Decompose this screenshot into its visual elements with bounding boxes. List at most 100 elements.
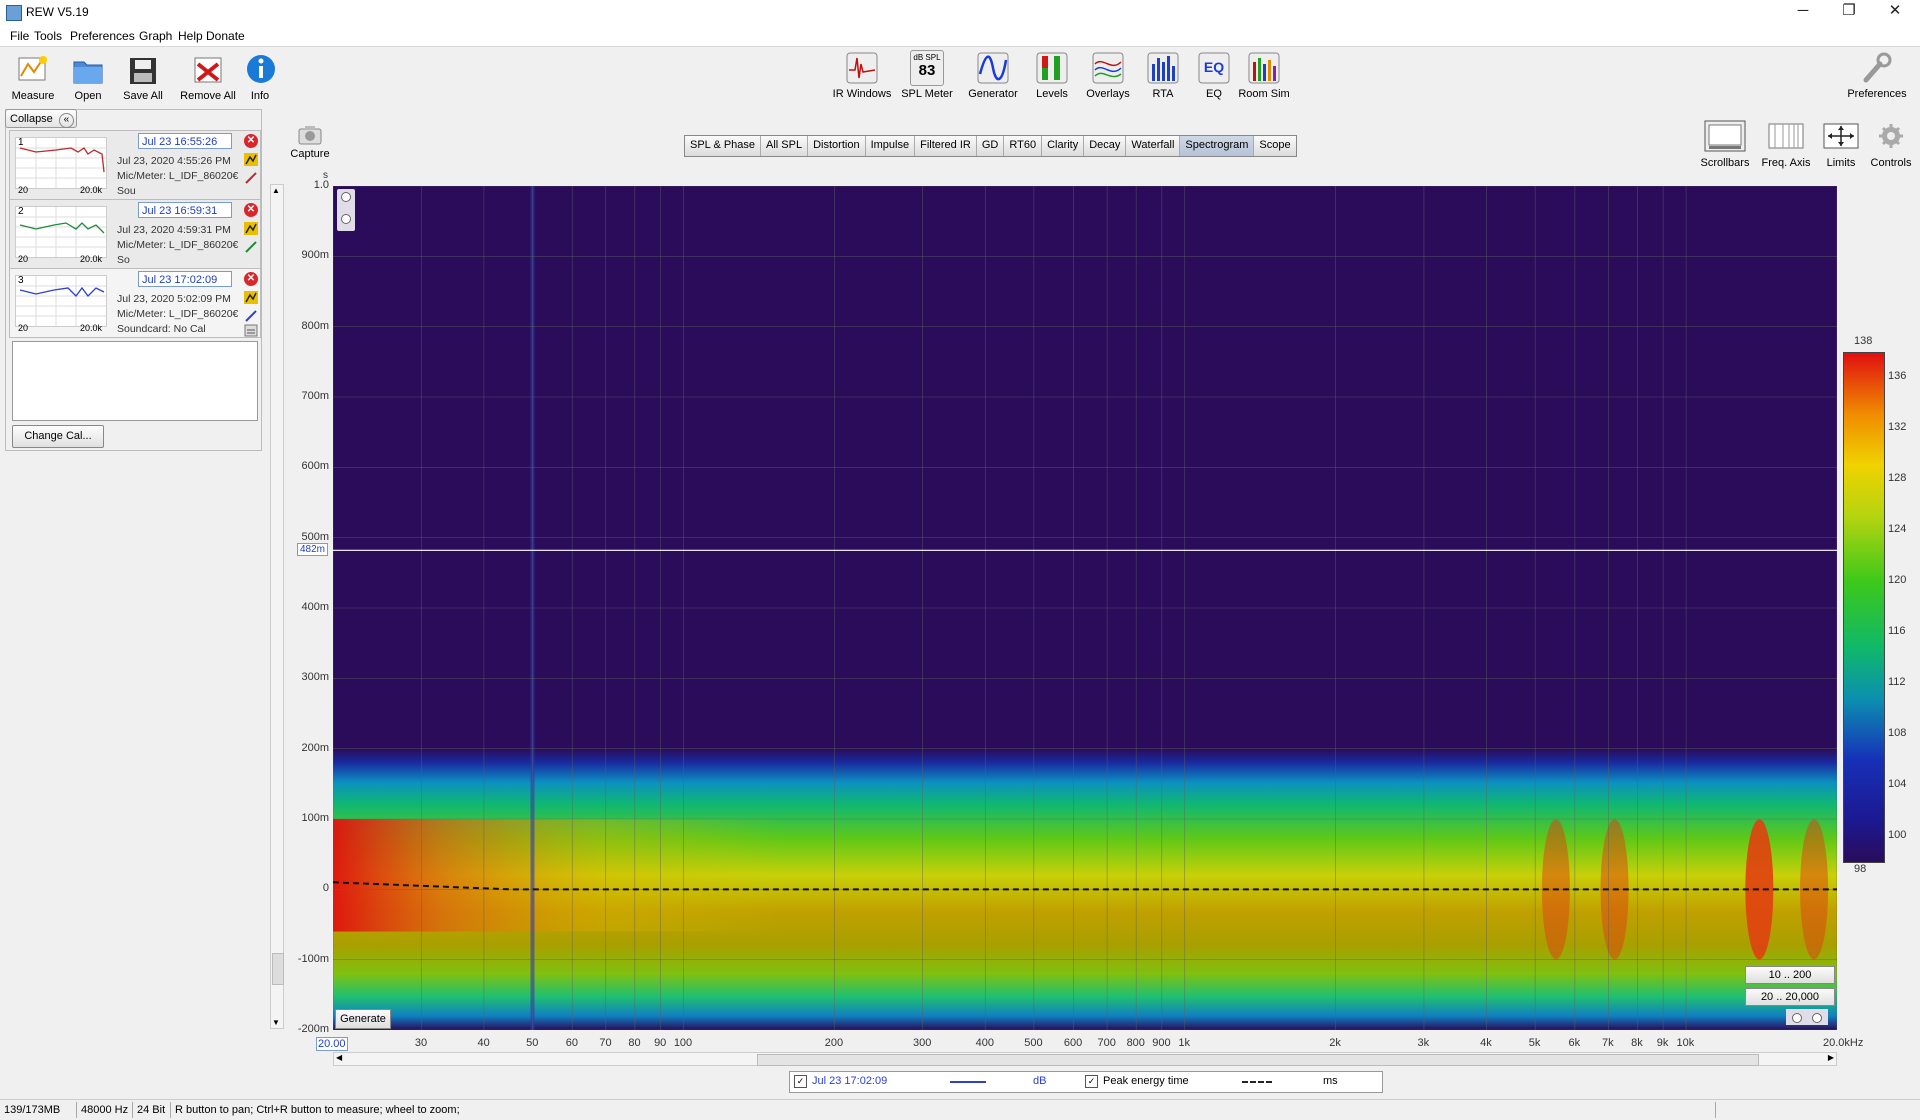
- rew-app-icon: [6, 5, 22, 21]
- spl-meter-icon: dB SPL 83: [910, 50, 944, 86]
- measurement-number: 3: [18, 275, 24, 286]
- plot-zoom-x-controls[interactable]: [1786, 1009, 1828, 1025]
- measurement-name-field[interactable]: Jul 23 16:59:31: [138, 202, 232, 218]
- range-10-200-button[interactable]: 10 .. 200: [1745, 966, 1835, 984]
- peak-energy-checkbox[interactable]: ✓: [1085, 1075, 1098, 1088]
- menu-file[interactable]: File: [10, 29, 29, 43]
- status-sample-rate: 48000 Hz: [81, 1104, 129, 1116]
- measurement-pen-icon[interactable]: [244, 240, 258, 253]
- remove-measurement-icon[interactable]: ✕: [244, 272, 258, 286]
- tab-rt60[interactable]: RT60: [1004, 136, 1043, 156]
- tab-waterfall[interactable]: Waterfall: [1126, 136, 1181, 156]
- plot-zoom-controls[interactable]: [337, 189, 355, 231]
- overlays-label: Overlays: [1086, 88, 1130, 100]
- horizontal-scroll-thumb[interactable]: [757, 1054, 1759, 1066]
- scroll-down-icon[interactable]: ▼: [272, 1018, 280, 1027]
- minimize-button[interactable]: ─: [1780, 0, 1826, 24]
- eq-button[interactable]: EQ EQ: [1196, 50, 1232, 100]
- vertical-scroll-thumb[interactable]: [272, 953, 284, 985]
- x-tick-label: 900: [1152, 1037, 1171, 1049]
- measurement-pen-icon[interactable]: [244, 171, 258, 184]
- scroll-right-icon[interactable]: ▶: [1828, 1053, 1834, 1062]
- tab-distortion[interactable]: Distortion: [808, 136, 866, 156]
- tab-all-spl[interactable]: All SPL: [761, 136, 809, 156]
- measurement-card-2[interactable]: 2 20 20.0k Jul 23 16:59:31 ✕ Jul 23, 202…: [9, 199, 261, 269]
- x-tick-label: 80: [628, 1037, 641, 1049]
- y-tick-label: 400m: [301, 601, 329, 613]
- capture-button[interactable]: Capture: [288, 124, 332, 160]
- eq-label: EQ: [1206, 88, 1222, 100]
- maximize-button[interactable]: ❐: [1826, 0, 1872, 24]
- spectrogram-plot[interactable]: [333, 186, 1837, 1030]
- preferences-button[interactable]: Preferences: [1844, 50, 1910, 100]
- range-20-20000-button[interactable]: 20 .. 20,000: [1745, 988, 1835, 1006]
- generate-button[interactable]: Generate: [335, 1009, 391, 1029]
- menu-tools[interactable]: Tools: [34, 29, 62, 43]
- rta-button[interactable]: RTA: [1145, 50, 1181, 100]
- levels-button[interactable]: Levels: [1032, 50, 1072, 100]
- change-cal-button[interactable]: Change Cal...: [12, 425, 104, 448]
- tab-clarity[interactable]: Clarity: [1042, 136, 1085, 156]
- overlays-button[interactable]: Overlays: [1082, 50, 1134, 100]
- scrollbars-button[interactable]: Scrollbars: [1697, 120, 1753, 169]
- remove-measurement-icon[interactable]: ✕: [244, 203, 258, 217]
- tab-impulse[interactable]: Impulse: [865, 136, 916, 156]
- tab-scope[interactable]: Scope: [1254, 136, 1296, 156]
- x-tick-label: 2k: [1329, 1037, 1341, 1049]
- zoom-in-x-icon[interactable]: [1792, 1013, 1802, 1023]
- measurement-chart-icon[interactable]: [244, 153, 258, 166]
- controls-button[interactable]: Controls: [1866, 120, 1916, 169]
- zoom-out-y-icon[interactable]: [341, 214, 351, 224]
- tab-gd[interactable]: GD: [976, 136, 1005, 156]
- zoom-out-x-icon[interactable]: [1812, 1013, 1822, 1023]
- tab-decay[interactable]: Decay: [1084, 136, 1127, 156]
- limits-button[interactable]: Limits: [1818, 120, 1864, 169]
- remove-measurement-icon[interactable]: ✕: [244, 134, 258, 148]
- ir-windows-label: IR Windows: [832, 88, 892, 100]
- measurement-soundcard: Soundcard: No Cal: [117, 323, 206, 335]
- remove-all-button[interactable]: Remove All: [178, 52, 238, 102]
- tab-spl-phase[interactable]: SPL & Phase: [685, 136, 762, 156]
- close-button[interactable]: ✕: [1872, 0, 1918, 24]
- tab-filtered-ir[interactable]: Filtered IR: [915, 136, 977, 156]
- color-scale-tick: 138: [1854, 335, 1873, 347]
- ir-windows-button[interactable]: IR Windows: [832, 50, 892, 100]
- menu-graph[interactable]: Graph: [139, 29, 172, 43]
- measure-button[interactable]: Measure: [8, 52, 58, 102]
- generator-button[interactable]: Generator: [964, 50, 1022, 100]
- horizontal-scrollbar[interactable]: ◀ ▶: [333, 1052, 1837, 1066]
- room-sim-button[interactable]: Room Sim: [1236, 50, 1292, 100]
- measurement-settings-icon[interactable]: [244, 324, 258, 337]
- measurement-name-field[interactable]: Jul 23 16:55:26: [138, 133, 232, 149]
- measurement-chart-icon[interactable]: [244, 222, 258, 235]
- status-memory: 139/173MB: [4, 1104, 61, 1116]
- scroll-left-icon[interactable]: ◀: [336, 1053, 342, 1062]
- graph-legend: ✓ Jul 23 17:02:09 dB ✓ Peak energy time …: [789, 1071, 1383, 1093]
- tab-spectrogram[interactable]: Spectrogram: [1180, 136, 1255, 156]
- measurement-notes-field[interactable]: [12, 341, 258, 421]
- scroll-up-icon[interactable]: ▲: [272, 186, 280, 195]
- measurement-trace-checkbox[interactable]: ✓: [794, 1075, 807, 1088]
- measurement-pen-icon[interactable]: [244, 309, 258, 322]
- x-tick-label: 20.00: [316, 1037, 348, 1051]
- measurement-name-field[interactable]: Jul 23 17:02:09: [138, 271, 232, 287]
- zoom-in-y-icon[interactable]: [341, 192, 351, 202]
- measurement-card-3[interactable]: 3 20 20.0k Jul 23 17:02:09 ✕ Jul 23, 202…: [9, 268, 261, 338]
- open-button[interactable]: Open: [68, 52, 108, 102]
- measurement-soundcard: So: [117, 254, 130, 266]
- color-scale-tick: 120: [1888, 574, 1907, 587]
- vertical-scrollbar[interactable]: ▲ ▼: [270, 184, 284, 1029]
- info-button[interactable]: Info: [244, 52, 276, 102]
- x-tick-label: 40: [477, 1037, 490, 1049]
- measurement-chart-icon[interactable]: [244, 291, 258, 304]
- measurement-card-1[interactable]: 1 20 20.0k Jul 23 16:55:26 ✕ Jul 23, 202…: [9, 130, 261, 200]
- collapse-button[interactable]: Collapse «: [5, 109, 77, 128]
- save-all-button[interactable]: Save All: [120, 52, 166, 102]
- legend-unit-ms: ms: [1323, 1075, 1338, 1087]
- menu-help[interactable]: Help: [178, 29, 203, 43]
- wrench-icon: [1860, 50, 1894, 86]
- menu-donate[interactable]: Donate: [206, 29, 245, 43]
- menu-preferences[interactable]: Preferences: [70, 29, 135, 43]
- spl-meter-button[interactable]: dB SPL 83 SPL Meter: [900, 50, 954, 100]
- freq-axis-button[interactable]: Freq. Axis: [1758, 120, 1814, 169]
